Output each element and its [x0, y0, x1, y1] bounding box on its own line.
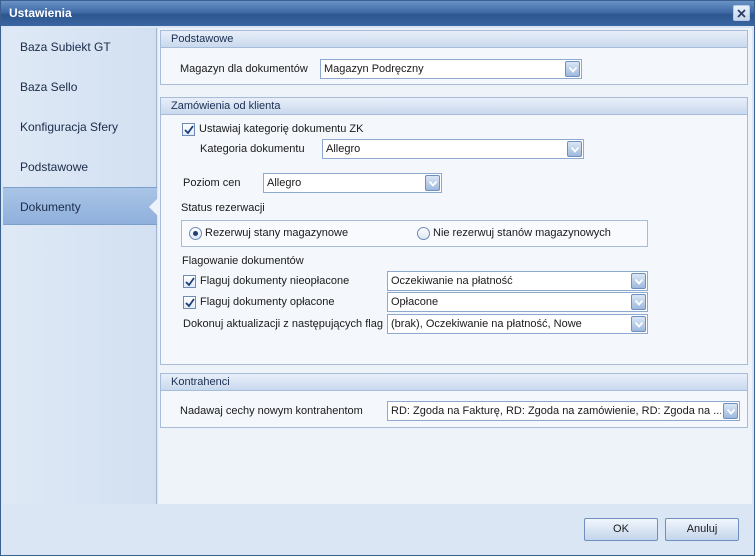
- aktualizacja-flag-value: (brak), Oczekiwanie na płatność, Nowe: [391, 318, 582, 330]
- checkmark-icon: [185, 298, 195, 308]
- radio-rezerwuj[interactable]: [189, 227, 202, 240]
- kategoria-select[interactable]: Allegro: [322, 139, 584, 159]
- flaguj-oplacone-checkbox[interactable]: [183, 296, 196, 309]
- ok-button[interactable]: OK: [584, 518, 658, 541]
- settings-window: Ustawienia Baza Subiekt GT Baza Sello Ko…: [0, 0, 755, 556]
- sidebar-item-podstawowe[interactable]: Podstawowe: [3, 148, 157, 186]
- radio-nie-rezerwuj[interactable]: [417, 227, 430, 240]
- sidebar-item-konfiguracja-sfery[interactable]: Konfiguracja Sfery: [3, 108, 157, 146]
- magazyn-select[interactable]: Magazyn Podręczny: [320, 59, 582, 79]
- flaga-oplacone-value: Opłacone: [391, 296, 439, 308]
- group-header: Podstawowe: [161, 31, 747, 48]
- chevron-down-icon: [569, 67, 577, 73]
- cechy-kontrahentow-dropdown-button[interactable]: [723, 403, 738, 419]
- group-title: Zamówienia od klienta: [171, 100, 281, 112]
- radio-nie-rezerwuj-label: Nie rezerwuj stanów magazynowych: [433, 227, 611, 239]
- cechy-kontrahentow-value: RD: Zgoda na Fakturę, RD: Zgoda na zamów…: [391, 405, 721, 417]
- settings-content: Podstawowe Magazyn dla dokumentów Magazy…: [158, 28, 752, 504]
- radio-rezerwuj-label: Rezerwuj stany magazynowe: [205, 227, 349, 239]
- flagowanie-label: Flagowanie dokumentów: [182, 255, 304, 267]
- sidebar-item-baza-sello[interactable]: Baza Sello: [3, 68, 157, 106]
- group-podstawowe: Podstawowe Magazyn dla dokumentów Magazy…: [160, 30, 748, 85]
- aktualizacja-flag-label: Dokonuj aktualizacji z następujących fla…: [183, 318, 383, 330]
- settings-sidebar: Baza Subiekt GT Baza Sello Konfiguracja …: [3, 28, 158, 504]
- kategoria-label: Kategoria dokumentu: [200, 143, 305, 155]
- flaguj-oplacone-label: Flaguj dokumenty opłacone: [200, 296, 335, 308]
- sidebar-item-label: Podstawowe: [20, 160, 89, 174]
- checkmark-icon: [185, 277, 195, 287]
- close-button[interactable]: [733, 5, 750, 21]
- chevron-down-icon: [635, 279, 643, 285]
- chevron-down-icon: [571, 147, 579, 153]
- magazyn-dropdown-button[interactable]: [565, 61, 580, 77]
- flaga-oplacone-dropdown-button[interactable]: [631, 294, 646, 310]
- kategoria-dropdown-button[interactable]: [567, 141, 582, 157]
- flaguj-nieoplacone-checkbox[interactable]: [183, 275, 196, 288]
- chevron-down-icon: [727, 409, 735, 415]
- group-header: Kontrahenci: [161, 374, 747, 391]
- selection-arrow-icon: [149, 198, 158, 216]
- sidebar-item-label: Baza Sello: [20, 80, 78, 94]
- window-title: Ustawienia: [9, 6, 72, 20]
- aktualizacja-flag-dropdown-button[interactable]: [631, 316, 646, 332]
- ustawiaj-kategorie-checkbox[interactable]: [182, 123, 195, 136]
- kategoria-value: Allegro: [326, 143, 361, 155]
- group-title: Kontrahenci: [171, 376, 230, 388]
- status-rezerwacji-group: Rezerwuj stany magazynowe Nie rezerwuj s…: [181, 220, 648, 247]
- group-kontrahenci: Kontrahenci Nadawaj cechy nowym kontrahe…: [160, 373, 748, 428]
- ustawiaj-kategorie-label: Ustawiaj kategorię dokumentu ZK: [199, 123, 364, 135]
- poziom-cen-value: Allegro: [267, 177, 302, 189]
- magazyn-value: Magazyn Podręczny: [324, 63, 424, 75]
- sidebar-item-label: Dokumenty: [20, 200, 81, 214]
- poziom-cen-select[interactable]: Allegro: [263, 173, 442, 193]
- sidebar-item-dokumenty[interactable]: Dokumenty: [3, 187, 158, 225]
- group-zamowienia: Zamówienia od klienta Ustawiaj kategorię…: [160, 97, 748, 365]
- cancel-button[interactable]: Anuluj: [665, 518, 739, 541]
- sidebar-item-baza-subiekt-gt[interactable]: Baza Subiekt GT: [3, 28, 157, 66]
- sidebar-item-label: Konfiguracja Sfery: [20, 120, 119, 134]
- sidebar-item-label: Baza Subiekt GT: [20, 40, 111, 54]
- poziom-cen-dropdown-button[interactable]: [425, 175, 440, 191]
- magazyn-label: Magazyn dla dokumentów: [180, 63, 308, 75]
- poziom-cen-label: Poziom cen: [183, 177, 241, 189]
- chevron-down-icon: [635, 322, 643, 328]
- cechy-kontrahentow-select[interactable]: RD: Zgoda na Fakturę, RD: Zgoda na zamów…: [387, 401, 740, 421]
- title-bar[interactable]: Ustawienia: [1, 1, 754, 26]
- flaguj-nieoplacone-label: Flaguj dokumenty nieopłacone: [200, 275, 350, 287]
- checkmark-icon: [184, 125, 194, 135]
- dialog-footer: OK Anuluj: [158, 504, 754, 555]
- group-title: Podstawowe: [171, 33, 234, 45]
- flaga-nieoplacone-value: Oczekiwanie na płatność: [391, 275, 513, 287]
- chevron-down-icon: [429, 181, 437, 187]
- group-header: Zamówienia od klienta: [161, 98, 747, 115]
- chevron-down-icon: [635, 300, 643, 306]
- cechy-kontrahentow-label: Nadawaj cechy nowym kontrahentom: [180, 405, 363, 417]
- flaga-nieoplacone-dropdown-button[interactable]: [631, 273, 646, 289]
- aktualizacja-flag-select[interactable]: (brak), Oczekiwanie na płatność, Nowe: [387, 314, 648, 334]
- flaga-oplacone-select[interactable]: Opłacone: [387, 292, 648, 312]
- close-icon: [737, 9, 746, 18]
- flaga-nieoplacone-select[interactable]: Oczekiwanie na płatność: [387, 271, 648, 291]
- status-rezerwacji-label: Status rezerwacji: [181, 202, 265, 214]
